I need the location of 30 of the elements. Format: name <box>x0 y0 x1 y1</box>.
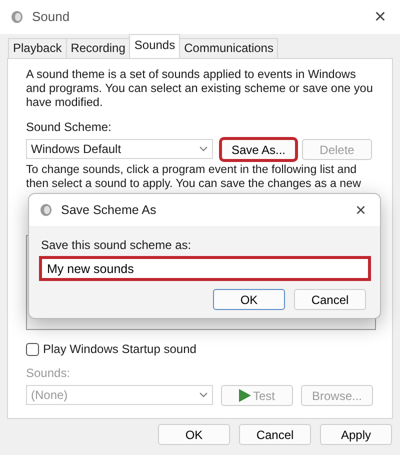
tab[interactable]: Sounds <box>129 34 180 58</box>
instructions-text: then select a sound to apply. You can save the changes as a new <box>26 177 362 191</box>
tab[interactable]: Playback <box>8 38 67 58</box>
chevron-down-icon <box>199 392 208 398</box>
speaker-icon <box>10 10 24 24</box>
dialog-button[interactable]: Apply <box>320 424 392 445</box>
checkbox[interactable] <box>26 342 39 356</box>
window-title: Sound <box>32 8 70 26</box>
scheme-dropdown[interactable]: Windows Default <box>26 139 213 159</box>
close-button[interactable]: × <box>370 7 390 27</box>
tab[interactable]: Communications <box>179 38 278 58</box>
checkbox-label[interactable]: Play Windows Startup sound <box>43 340 196 358</box>
close-button[interactable]: × <box>351 201 370 219</box>
sounds-label: Sounds: <box>26 365 72 382</box>
scheme-label: Sound Scheme: <box>26 119 112 136</box>
name-input-field[interactable]: My new sounds <box>41 258 369 279</box>
scheme-value: Windows Default <box>31 141 122 158</box>
field-label: Save this sound scheme as: <box>41 237 192 254</box>
play-icon <box>238 389 251 402</box>
chevron-down-icon <box>199 146 208 152</box>
description-text: A sound theme is a set of sounds applied to events in Windows and programs. You can select an existing scheme or save one you have modified. <box>26 67 374 109</box>
dialog-title: Save Scheme As <box>61 202 156 219</box>
dialog-button[interactable]: OK <box>213 289 285 310</box>
dialog-button[interactable]: OK <box>158 424 230 445</box>
scheme-button[interactable]: Save As... <box>221 139 296 160</box>
sounds-value: (None) <box>31 387 68 404</box>
speaker-icon <box>39 203 53 217</box>
dialog-button[interactable]: Cancel <box>239 424 311 445</box>
dialog-button[interactable]: Cancel <box>294 289 366 310</box>
instructions-text: To change sounds, click a program event in the following list and <box>26 163 358 177</box>
